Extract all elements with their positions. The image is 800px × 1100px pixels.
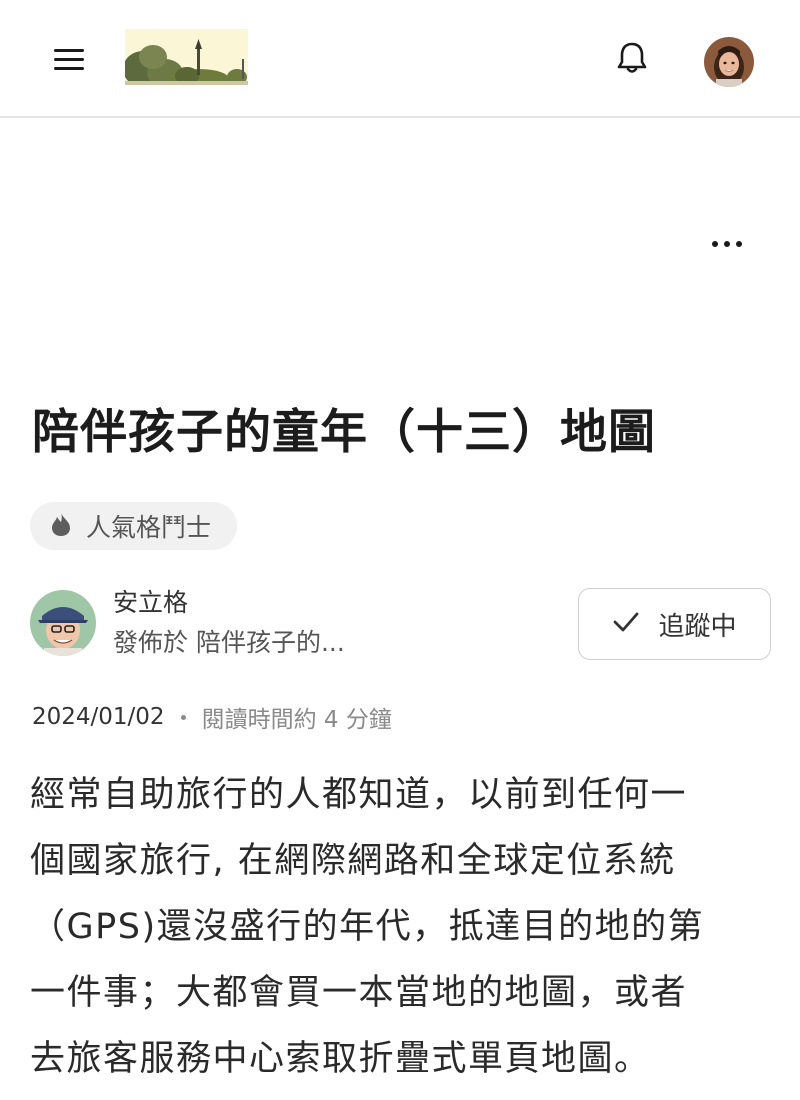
body-line: 經常自助旅行的人都知道，以前到任何一 <box>30 775 688 815</box>
author-name[interactable]: 安立格 <box>113 586 188 620</box>
following-label: 追蹤中 <box>658 611 737 642</box>
post-title: 陪伴孩子的童年（十三）地圖 <box>32 405 656 460</box>
body-line: 個國家旅行, 在網際網路和全球定位系統 <box>30 841 676 881</box>
hamburger-menu-icon[interactable] <box>52 44 86 74</box>
site-logo[interactable] <box>125 29 248 85</box>
author-avatar[interactable] <box>30 590 96 656</box>
checkmark-icon <box>612 611 640 637</box>
user-avatar[interactable] <box>704 37 754 87</box>
body-line: （GPS)還沒盛行的年代，抵達目的地的第 <box>30 907 705 947</box>
achievement-badge[interactable]: 人氣格鬥士 <box>30 502 238 550</box>
more-options-icon[interactable] <box>706 228 750 260</box>
separator-dot <box>180 714 186 720</box>
published-in-collection[interactable]: 發佈於 陪伴孩子的... <box>113 626 345 660</box>
flame-icon <box>50 511 72 541</box>
body-line: 一件事；大都會買一本當地的地圖，或者 <box>30 973 688 1013</box>
post-meta: 2024/01/02 閱讀時間約 4 分鐘 <box>32 700 392 734</box>
following-button[interactable]: 追蹤中 <box>578 588 771 660</box>
read-time: 閱讀時間約 4 分鐘 <box>201 707 392 733</box>
top-app-bar <box>0 0 800 118</box>
badge-label: 人氣格鬥士 <box>86 513 212 542</box>
notification-bell-icon[interactable] <box>612 38 652 78</box>
post-date: 2024/01/02 <box>32 704 165 730</box>
post-body: 經常自助旅行的人都知道，以前到任何一 個國家旅行, 在網際網路和全球定位系統 （… <box>30 762 770 1092</box>
body-line: 去旅客服務中心索取折疊式單頁地圖。 <box>30 1039 651 1079</box>
